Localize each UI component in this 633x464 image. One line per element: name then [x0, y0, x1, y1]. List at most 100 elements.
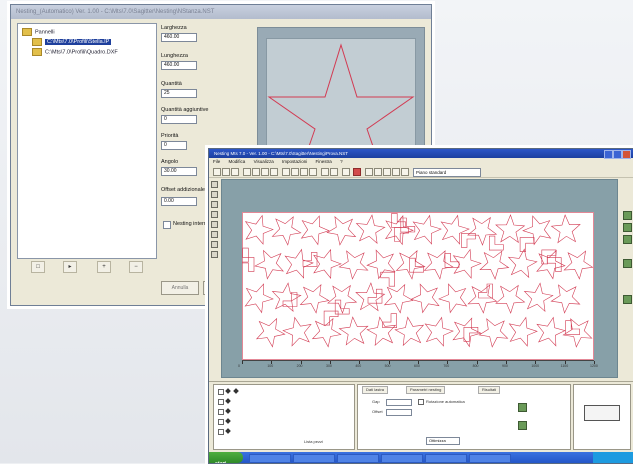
tool-icon[interactable] [211, 191, 218, 198]
tree-item[interactable]: C:\Mts\7.0\Profili\Quadro.DXF [32, 48, 118, 56]
sheet-icon[interactable] [623, 223, 632, 232]
tool-icon[interactable] [211, 181, 218, 188]
save-icon[interactable] [231, 168, 239, 176]
add-icon[interactable]: + [97, 261, 111, 273]
star-part[interactable] [412, 214, 442, 245]
part-checkbox[interactable] [218, 419, 224, 425]
move-icon[interactable] [291, 168, 299, 176]
menu-window[interactable]: Finestra [316, 159, 332, 164]
quantity-input[interactable]: 25 [161, 89, 197, 98]
star-part[interactable] [327, 284, 358, 314]
new-icon[interactable]: □ [31, 261, 45, 273]
part-checkbox[interactable] [218, 399, 224, 405]
part-tree[interactable]: Pannelli C:\Mts\7.0\Profili\Stella.IP C:… [17, 23, 157, 259]
width-input[interactable]: 460.00 [161, 33, 197, 42]
extra-quantity-input[interactable]: 0 [161, 115, 197, 124]
tool-icon[interactable] [211, 221, 218, 228]
tool-icon[interactable] [211, 201, 218, 208]
layers-icon[interactable] [392, 168, 400, 176]
star-part[interactable] [562, 318, 593, 348]
open-icon[interactable]: ▸ [63, 261, 77, 273]
sheet-icon[interactable] [623, 295, 632, 304]
pan-icon[interactable] [270, 168, 278, 176]
star-part[interactable] [384, 214, 414, 246]
l-part[interactable] [541, 249, 557, 265]
sheet-combo[interactable]: Piano standard [413, 168, 481, 177]
star-part[interactable] [410, 283, 440, 314]
sheet-icon[interactable] [623, 259, 632, 268]
star-part[interactable] [355, 282, 386, 312]
info-icon[interactable] [401, 168, 409, 176]
part-checkbox[interactable] [218, 389, 224, 395]
apply-icon[interactable] [518, 403, 527, 412]
star-part[interactable] [550, 284, 581, 314]
star-part[interactable] [423, 250, 454, 280]
run-nesting-icon[interactable] [353, 168, 361, 176]
menu-file[interactable]: File [213, 159, 220, 164]
star-part[interactable] [452, 317, 482, 348]
l-part[interactable] [409, 257, 424, 273]
menu-edit[interactable]: Modifica [229, 159, 246, 164]
minimize-icon[interactable] [604, 150, 613, 159]
star-part[interactable] [394, 316, 425, 347]
taskbar-item[interactable] [469, 454, 511, 463]
l-part[interactable] [380, 271, 395, 287]
tool-icon[interactable] [211, 241, 218, 248]
star-part[interactable] [254, 249, 284, 280]
angle-input[interactable]: 30.00 [161, 167, 197, 176]
sheet-icon[interactable] [623, 235, 632, 244]
star-part[interactable] [395, 250, 426, 280]
star-part[interactable] [300, 215, 330, 246]
star-part[interactable] [479, 250, 510, 280]
star-part[interactable] [244, 214, 274, 245]
star-part[interactable] [467, 216, 498, 246]
tree-item-selected[interactable]: C:\Mts\7.0\Profili\Stella.IP [32, 38, 112, 46]
star-part[interactable] [452, 248, 482, 279]
part-checkbox[interactable] [218, 429, 224, 435]
star-part[interactable] [563, 250, 594, 280]
start-button[interactable]: start [209, 452, 243, 463]
taskbar-item[interactable] [381, 454, 423, 463]
nesting-checkbox[interactable] [163, 221, 171, 229]
tool-icon[interactable] [211, 231, 218, 238]
star-part[interactable] [478, 318, 509, 348]
tree-root[interactable]: Pannelli [22, 28, 55, 36]
star-part[interactable] [271, 282, 302, 312]
grid-icon[interactable] [342, 168, 350, 176]
taskbar-item[interactable] [249, 454, 291, 463]
menu-settings[interactable]: Impostazioni [282, 159, 307, 164]
star-part[interactable] [326, 216, 357, 246]
select-icon[interactable] [282, 168, 290, 176]
image-icon[interactable] [518, 421, 527, 430]
tool-icon[interactable] [211, 211, 218, 218]
star-part[interactable] [440, 214, 470, 245]
nesting-canvas[interactable]: 0 100 200 300 400 500 600 700 800 900 1000 1100 1200 [221, 179, 618, 378]
taskbar-item[interactable] [293, 454, 335, 463]
l-part[interactable] [463, 327, 479, 342]
star-part[interactable] [438, 283, 468, 314]
l-part[interactable] [323, 310, 339, 326]
tool-icon[interactable] [211, 251, 218, 258]
star-part[interactable] [495, 284, 526, 314]
star-part[interactable] [508, 316, 538, 347]
star-part[interactable] [522, 215, 552, 246]
zoom-fit-icon[interactable] [261, 168, 269, 176]
menu-view[interactable]: Visualizza [254, 159, 274, 164]
star-part[interactable] [284, 248, 314, 279]
sheet-icon[interactable] [623, 211, 632, 220]
optimize-combo[interactable]: Ottimizza [426, 437, 460, 445]
menu-help[interactable]: ? [340, 159, 343, 164]
cancel-button[interactable]: Annulla [161, 281, 199, 295]
print-icon[interactable] [365, 168, 373, 176]
mirror-icon[interactable] [309, 168, 317, 176]
taskbar-item[interactable] [425, 454, 467, 463]
part-checkbox[interactable] [218, 409, 224, 415]
star-part[interactable] [536, 316, 566, 347]
l-part[interactable] [234, 247, 249, 263]
star-part[interactable] [355, 214, 386, 244]
star-part[interactable] [424, 316, 454, 347]
length-input[interactable]: 460.00 [161, 61, 197, 70]
tab-sheet-data[interactable]: Dati lastra [362, 386, 389, 394]
offset-input[interactable] [386, 409, 412, 416]
star-part[interactable] [523, 282, 554, 313]
